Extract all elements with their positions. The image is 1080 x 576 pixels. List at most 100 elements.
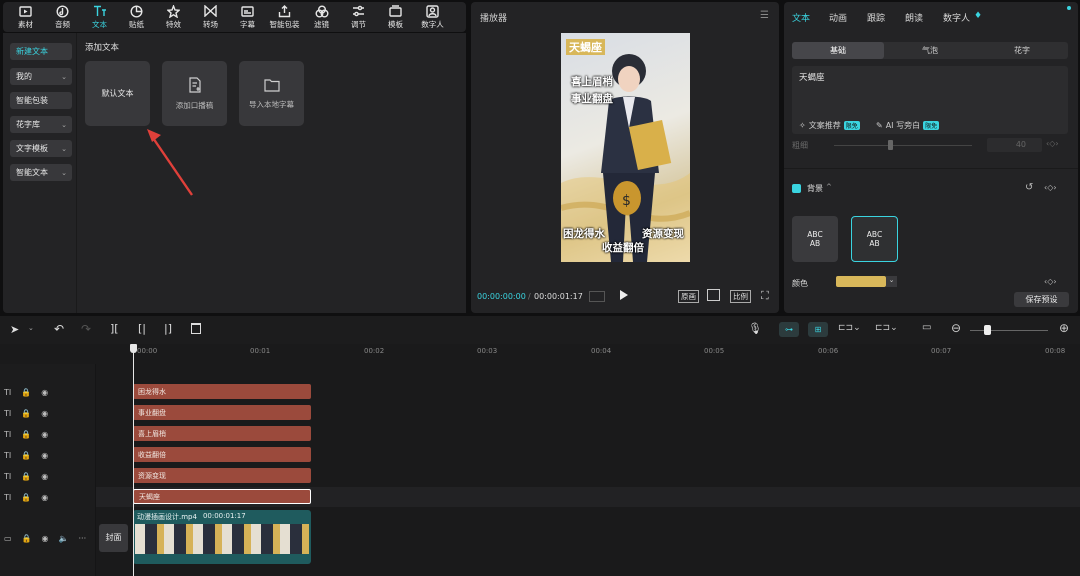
play-button[interactable]	[620, 290, 628, 300]
cover-button[interactable]: 封面	[99, 524, 128, 552]
bg-style-2[interactable]: ABC AB	[851, 216, 898, 262]
zoom-slider-handle[interactable]	[984, 325, 991, 335]
eye-icon[interactable]: ◉	[41, 430, 48, 439]
tool-subtitle[interactable]: 字幕	[229, 2, 266, 32]
tab-digital-human[interactable]: 数字人	[943, 11, 970, 24]
preview-axis-icon[interactable]: ⊏⊐⌄	[875, 323, 898, 333]
video-preview[interactable]: $ 天蝎座 喜上眉梢 事业翻盘 困龙得水 资源变现 收益翻倍	[561, 33, 690, 262]
add-script-card[interactable]: 添加口播稿	[162, 61, 227, 126]
ai-write-button[interactable]: ✎ AI 写旁白 限免	[876, 120, 940, 131]
original-button[interactable]: 原画	[678, 290, 699, 303]
default-text-card[interactable]: 默认文本	[85, 61, 150, 126]
sidebar-item-text-template[interactable]: 文字模板 ⌄	[10, 140, 72, 157]
seg-basic[interactable]: 基础	[792, 42, 884, 59]
chevron-down-icon[interactable]: ⌄	[28, 324, 34, 332]
save-preset-button[interactable]: 保存预设	[1014, 292, 1069, 307]
tool-transition[interactable]: 转场	[192, 2, 229, 32]
reset-icon[interactable]: ↺	[1025, 182, 1033, 193]
recommend-button[interactable]: ✧ 文案推荐 限免	[799, 120, 860, 131]
lock-icon[interactable]: 🔒	[21, 472, 31, 481]
eye-icon[interactable]: ◉	[42, 534, 49, 543]
lock-icon[interactable]: 🔒	[21, 409, 31, 418]
speaker-icon[interactable]: 🔈	[59, 534, 69, 543]
tool-sticker[interactable]: 贴纸	[118, 2, 155, 32]
playhead[interactable]	[133, 344, 134, 576]
magnet-toggle-icon[interactable]: ⊞	[808, 322, 828, 337]
tool-audio[interactable]: 音频	[44, 2, 81, 32]
text-clip-selected[interactable]: 天蝎座	[133, 489, 311, 504]
import-subtitle-card[interactable]: 导入本地字幕	[239, 61, 304, 126]
tab-read[interactable]: 朗读	[905, 11, 923, 24]
lock-icon[interactable]: 🔒	[22, 534, 32, 543]
zoom-slider-track[interactable]	[970, 330, 1048, 331]
tool-adjust[interactable]: 调节	[340, 2, 377, 32]
chevron-down-icon[interactable]: ⌄	[886, 276, 897, 287]
weight-slider-handle[interactable]	[888, 140, 893, 150]
seg-bubble[interactable]: 气泡	[884, 42, 976, 59]
redo-icon[interactable]: ↷	[81, 322, 91, 336]
split-right-icon[interactable]: |]	[164, 322, 172, 335]
tab-text[interactable]: 文本	[792, 11, 810, 24]
chevron-up-icon[interactable]: ^	[826, 183, 832, 191]
tab-tracking[interactable]: 跟踪	[867, 11, 885, 24]
undo-icon[interactable]: ↶	[54, 322, 64, 336]
eye-icon[interactable]: ◉	[41, 388, 48, 397]
lock-icon[interactable]: 🔒	[21, 451, 31, 460]
video-clip[interactable]: 动漫插画设计.mp4 00:00:01:17	[133, 510, 311, 564]
sparkle-icon: ✧	[799, 121, 806, 130]
tool-filter[interactable]: 滤镜	[303, 2, 340, 32]
bg-style-1[interactable]: ABC AB	[792, 216, 838, 262]
text-clip[interactable]: 事业翻盘	[133, 405, 311, 420]
weight-input[interactable]: 40	[987, 138, 1042, 152]
text-clip[interactable]: 收益翻倍	[133, 447, 311, 462]
text-clip[interactable]: 困龙得水	[133, 384, 311, 399]
sidebar-item-smart-text[interactable]: 智能文本 ⌄	[10, 164, 72, 181]
bg-checkbox[interactable]	[792, 184, 801, 193]
lock-icon[interactable]: 🔒	[21, 388, 31, 397]
link-toggle-icon[interactable]: ⊶	[779, 322, 799, 337]
lock-icon[interactable]: 🔒	[21, 493, 31, 502]
sidebar-item-flower-text[interactable]: 花字库 ⌄	[10, 116, 72, 133]
sidebar-item-new-text[interactable]: 新建文本	[10, 43, 72, 60]
zoom-out-icon[interactable]: ⊖	[951, 321, 961, 335]
split-left-icon[interactable]: [|	[138, 322, 146, 335]
eye-icon[interactable]: ◉	[41, 451, 48, 460]
tab-animation[interactable]: 动画	[829, 11, 847, 24]
tool-text[interactable]: 文本	[81, 2, 118, 32]
split-icon[interactable]: ][	[110, 322, 119, 335]
tool-template[interactable]: 模板	[377, 2, 414, 32]
sidebar-item-mine[interactable]: 我的 ⌄	[10, 68, 72, 85]
eye-icon[interactable]: ◉	[41, 472, 48, 481]
sidebar-item-smart-pack[interactable]: 智能包装	[10, 92, 72, 109]
more-icon[interactable]: ···	[78, 534, 86, 543]
eye-icon[interactable]: ◉	[41, 409, 48, 418]
keyframe-icon[interactable]: ‹◇›	[1044, 277, 1057, 286]
fullscreen-icon[interactable]: ⛶	[761, 289, 769, 303]
tool-digital-human[interactable]: 数字人	[414, 2, 451, 32]
time-ruler[interactable]: 00:00 00:01 00:02 00:03 00:04 00:05 00:0…	[134, 344, 1080, 358]
delete-icon[interactable]	[191, 323, 201, 334]
keyframe-icon[interactable]: ‹◇›	[1046, 139, 1059, 148]
ratio-button[interactable]: 比例	[730, 290, 751, 303]
tool-smart-pack[interactable]: 智能包装	[266, 2, 303, 32]
eye-icon[interactable]: ◉	[41, 493, 48, 502]
seg-flower[interactable]: 花字	[976, 42, 1068, 59]
tool-media[interactable]: 素材	[7, 2, 44, 32]
playhead-handle[interactable]	[130, 344, 137, 353]
microphone-icon[interactable]: 🎙	[748, 322, 762, 335]
track-link-icon[interactable]: ⊏⊐⌄	[838, 323, 861, 333]
screenshot-icon[interactable]	[707, 289, 720, 301]
tool-effects[interactable]: 特效	[155, 2, 192, 32]
text-clip[interactable]: 喜上眉梢	[133, 426, 311, 441]
sticker-icon	[130, 4, 144, 18]
grid-icon[interactable]	[589, 291, 605, 302]
color-swatch[interactable]	[836, 276, 886, 287]
keyframe-icon[interactable]: ‹◇›	[1044, 183, 1057, 192]
screen-icon[interactable]: ▭	[922, 322, 931, 333]
weight-slider-track[interactable]	[834, 145, 972, 146]
zoom-in-icon[interactable]: ⊕	[1059, 321, 1069, 335]
select-cursor-icon[interactable]: ➤	[10, 323, 19, 336]
menu-icon[interactable]: ☰	[760, 10, 769, 21]
text-clip[interactable]: 资源变现	[133, 468, 311, 483]
lock-icon[interactable]: 🔒	[21, 430, 31, 439]
